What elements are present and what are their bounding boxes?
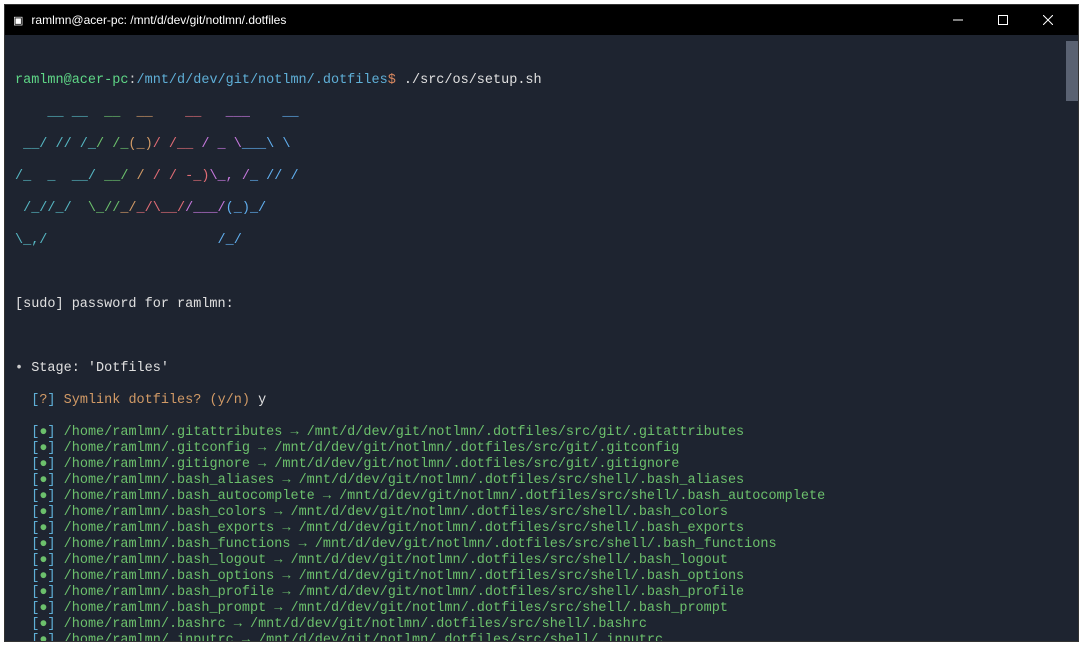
symlink-line: [●] /home/ramlmn/.gitconfig → /mnt/d/dev… xyxy=(15,441,1068,457)
window-controls xyxy=(935,5,1070,35)
prompt-symbol: $ xyxy=(388,73,396,88)
minimize-button[interactable] xyxy=(935,5,980,35)
ascii-art: /_//_/ \_//_/_/\__//___/(_)_/ xyxy=(15,201,1068,217)
prompt-user: ramlmn@acer-pc xyxy=(15,73,128,88)
blank-line xyxy=(15,329,1068,345)
terminal-window: ▣ ramlmn@acer-pc: /mnt/d/dev/git/notlmn/… xyxy=(4,4,1079,642)
maximize-button[interactable] xyxy=(980,5,1025,35)
symlink-line: [●] /home/ramlmn/.bash_exports → /mnt/d/… xyxy=(15,521,1068,537)
symlink-line: [●] /home/ramlmn/.gitignore → /mnt/d/dev… xyxy=(15,457,1068,473)
symlink-line: [●] /home/ramlmn/.bash_options → /mnt/d/… xyxy=(15,569,1068,585)
titlebar[interactable]: ▣ ramlmn@acer-pc: /mnt/d/dev/git/notlmn/… xyxy=(5,5,1078,35)
symlink-list: [●] /home/ramlmn/.gitattributes → /mnt/d… xyxy=(15,425,1068,641)
terminal-body[interactable]: ramlmn@acer-pc:/mnt/d/dev/git/notlmn/.do… xyxy=(5,35,1078,641)
symlink-line: [●] /home/ramlmn/.bash_profile → /mnt/d/… xyxy=(15,585,1068,601)
close-button[interactable] xyxy=(1025,5,1070,35)
symlink-line: [●] /home/ramlmn/.bashrc → /mnt/d/dev/gi… xyxy=(15,617,1068,633)
blank-line xyxy=(15,265,1068,281)
symlink-line: [●] /home/ramlmn/.bash_autocomplete → /m… xyxy=(15,489,1068,505)
symlink-line: [●] /home/ramlmn/.inputrc → /mnt/d/dev/g… xyxy=(15,633,1068,641)
symlink-line: [●] /home/ramlmn/.bash_prompt → /mnt/d/d… xyxy=(15,601,1068,617)
prompt-question: [?] Symlink dotfiles? (y/n) y xyxy=(15,393,1068,409)
symlink-line: [●] /home/ramlmn/.bash_functions → /mnt/… xyxy=(15,537,1068,553)
ascii-art: \_,/ /_/ xyxy=(15,233,1068,249)
prompt-sep: : xyxy=(128,73,136,88)
sudo-prompt: [sudo] password for ramlmn: xyxy=(15,297,1068,313)
app-icon: ▣ xyxy=(13,14,23,27)
symlink-line: [●] /home/ramlmn/.bash_logout → /mnt/d/d… xyxy=(15,553,1068,569)
window-title: ramlmn@acer-pc: /mnt/d/dev/git/notlmn/.d… xyxy=(31,13,935,27)
scrollbar[interactable] xyxy=(1066,41,1078,101)
command-text: ./src/os/setup.sh xyxy=(396,73,542,88)
stage-header: • Stage: 'Dotfiles' xyxy=(15,361,1068,377)
ascii-art: /_ _ __/ __/ / / / -_)\_, /_ // / xyxy=(15,169,1068,185)
symlink-line: [●] /home/ramlmn/.bash_aliases → /mnt/d/… xyxy=(15,473,1068,489)
ascii-art: __/ // /_/ /_(_)/ /__ / _ \___\ \ xyxy=(15,137,1068,153)
symlink-line: [●] /home/ramlmn/.bash_colors → /mnt/d/d… xyxy=(15,505,1068,521)
symlink-line: [●] /home/ramlmn/.gitattributes → /mnt/d… xyxy=(15,425,1068,441)
prompt-path: /mnt/d/dev/git/notlmn/.dotfiles xyxy=(137,73,388,88)
ascii-art: __ __ __ __ __ ___ __ xyxy=(15,105,1068,121)
prompt-line: ramlmn@acer-pc:/mnt/d/dev/git/notlmn/.do… xyxy=(15,73,1068,89)
